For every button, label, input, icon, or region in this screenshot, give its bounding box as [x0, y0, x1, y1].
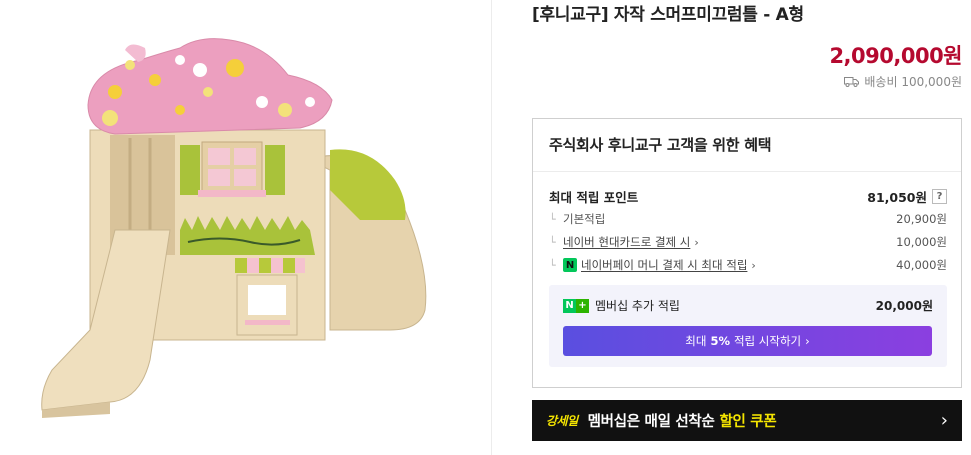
banner-logo: 강세일 [546, 414, 578, 428]
tree-branch-icon: └ [549, 212, 556, 226]
points-row-value: 40,000원 [896, 258, 947, 272]
tree-branch-icon: └ [549, 235, 556, 249]
product-title: [후니교구] 자작 스머프미끄럼틀 - A형 [532, 5, 804, 25]
npay-money-link[interactable]: 네이버페이 머니 결제 시 최대 적립 [581, 257, 747, 273]
button-prefix: 최대 [685, 334, 707, 348]
product-image[interactable] [30, 30, 450, 430]
tree-branch-icon: └ [549, 258, 556, 272]
naverpay-icon: N [563, 258, 577, 272]
chevron-right-icon: › [940, 410, 948, 431]
benefit-box: 주식회사 후니교구 고객을 위한 혜택 최대 적립 포인트 81,050원 ? … [532, 118, 962, 388]
membership-start-button[interactable]: 최대 5% 적립 시작하기 › [563, 326, 932, 356]
hyundai-card-link[interactable]: 네이버 현대카드로 결제 시 [563, 234, 690, 250]
membership-box: N + 멤버십 추가 적립 20,000원 최대 5% 적립 시작하기 › [549, 285, 947, 367]
max-points-label: 최대 적립 포인트 [549, 190, 639, 205]
product-price: 2,090,000원 [829, 44, 962, 68]
membership-value: 20,000원 [875, 299, 933, 313]
shipping-info: 배송비 100,000원 [844, 73, 962, 90]
chevron-right-icon: › [694, 235, 699, 249]
points-row-basic: └ 기본적립 20,900원 [549, 211, 947, 227]
points-row-value: 20,900원 [896, 212, 947, 226]
button-suffix: 적립 시작하기 [733, 334, 802, 348]
membership-coupon-banner[interactable]: 강세일 멤버십은 매일 선착순 할인 쿠폰 › [532, 400, 962, 441]
button-percent: 5% [710, 334, 730, 348]
membership-row: N + 멤버십 추가 적립 20,000원 [563, 297, 933, 314]
product-info-panel: [후니교구] 자작 스머프미끄럼틀 - A형 2,090,000원 배송비 10… [532, 0, 962, 455]
banner-highlight: 할인 쿠폰 [719, 414, 777, 430]
product-image-panel [0, 0, 491, 455]
chevron-right-icon: › [751, 258, 756, 272]
max-points-value: 81,050원 [867, 190, 927, 205]
points-row-card: └ 네이버 현대카드로 결제 시 › 10,000원 [549, 234, 947, 250]
help-icon[interactable]: ? [932, 189, 947, 204]
banner-text: 멤버십은 매일 선착순 [587, 414, 715, 430]
truck-icon [844, 77, 860, 87]
points-row-npay: └ N 네이버페이 머니 결제 시 최대 적립 › 40,000원 [549, 257, 947, 273]
membership-label: 멤버십 추가 적립 [595, 299, 680, 313]
naver-plus-icon: N + [563, 298, 589, 313]
panel-divider [491, 0, 492, 455]
shipping-fee: 배송비 100,000원 [864, 75, 962, 89]
chevron-right-icon: › [805, 334, 810, 348]
benefit-title: 주식회사 후니교구 고객을 위한 혜택 [549, 136, 772, 154]
max-points-row: 최대 적립 포인트 81,050원 ? [549, 187, 947, 206]
points-row-value: 10,000원 [896, 235, 947, 249]
points-row-label: 기본적립 [563, 212, 606, 226]
divider [533, 171, 961, 172]
